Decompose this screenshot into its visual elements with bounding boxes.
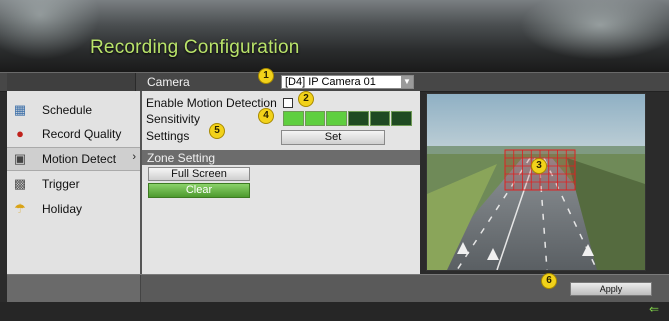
- apply-button[interactable]: Apply: [570, 282, 652, 296]
- footer: [0, 302, 669, 321]
- camera-bar-spacer: [7, 73, 136, 91]
- header: Recording Configuration: [0, 0, 669, 72]
- back-arrow-icon[interactable]: ⇐: [649, 303, 665, 315]
- sidebar-item-label: Record Quality: [42, 127, 122, 141]
- callout-4: 4: [258, 108, 274, 124]
- chevron-down-icon[interactable]: ▼: [401, 76, 413, 88]
- highway-scene: [427, 94, 645, 270]
- trigger-icon: ▩: [13, 176, 27, 191]
- record-icon: ●: [16, 126, 24, 141]
- camera-select-value: [D4] IP Camera 01: [285, 76, 376, 88]
- sensitivity-cell[interactable]: [304, 111, 326, 126]
- sensitivity-cell[interactable]: [326, 111, 348, 126]
- header-glow-left: [0, 0, 100, 60]
- camera-select[interactable]: [D4] IP Camera 01 ▼: [281, 75, 414, 89]
- sidebar-item-trigger[interactable]: ▩ Trigger: [7, 173, 140, 195]
- enable-motion-detection-label: Enable Motion Detection: [146, 96, 277, 110]
- chevron-right-icon: ›: [132, 151, 136, 163]
- sensitivity-label: Sensitivity: [146, 112, 201, 126]
- sidebar-item-label: Motion Detect: [42, 152, 117, 166]
- sidebar-item-record-quality[interactable]: ● Record Quality: [7, 123, 140, 145]
- sidebar-item-motion-detect[interactable]: ▣ Motion Detect ›: [7, 147, 140, 171]
- enable-motion-detection-checkbox[interactable]: [283, 98, 293, 108]
- header-glow-right: [520, 0, 669, 60]
- motion-icon: ▣: [13, 151, 27, 166]
- sensitivity-cell[interactable]: [283, 111, 304, 126]
- schedule-icon: ▦: [13, 102, 27, 117]
- sidebar-item-label: Trigger: [42, 177, 80, 191]
- sensitivity-cell[interactable]: [369, 111, 391, 126]
- settings-label: Settings: [146, 129, 190, 143]
- callout-1: 1: [258, 68, 274, 84]
- full-screen-button[interactable]: Full Screen: [148, 167, 250, 181]
- set-button[interactable]: Set: [281, 130, 385, 145]
- holiday-icon: ☂: [14, 201, 26, 216]
- sensitivity-slider[interactable]: [283, 111, 413, 126]
- clear-button[interactable]: Clear: [148, 183, 250, 198]
- camera-preview[interactable]: [426, 93, 646, 271]
- camera-bar: Camera [D4] IP Camera 01 ▼: [0, 72, 669, 92]
- sensitivity-cell[interactable]: [348, 111, 369, 126]
- zone-setting-header: Zone Setting: [142, 150, 420, 165]
- page-title: Recording Configuration: [90, 37, 300, 58]
- bottom-bar-left-cell: [7, 275, 141, 303]
- sidebar-item-label: Holiday: [42, 202, 83, 216]
- sidebar-item-label: Schedule: [42, 103, 93, 117]
- sensitivity-cell[interactable]: [391, 111, 413, 126]
- callout-6: 6: [541, 273, 557, 289]
- sidebar-item-schedule[interactable]: ▦ Schedule: [7, 99, 140, 121]
- recording-configuration-window: Recording Configuration Camera [D4] IP C…: [0, 0, 669, 321]
- zone-setting-label: Zone Setting: [147, 151, 216, 165]
- camera-label: Camera: [147, 75, 190, 89]
- sidebar: ▦ Schedule ● Record Quality ▣ Motion Det…: [7, 91, 142, 274]
- callout-5: 5: [209, 123, 225, 139]
- motion-detect-panel: Enable Motion Detection Sensitivity Sett…: [142, 91, 420, 274]
- callout-2: 2: [298, 91, 314, 107]
- sidebar-item-holiday[interactable]: ☂ Holiday: [7, 198, 140, 220]
- callout-3: 3: [531, 158, 547, 174]
